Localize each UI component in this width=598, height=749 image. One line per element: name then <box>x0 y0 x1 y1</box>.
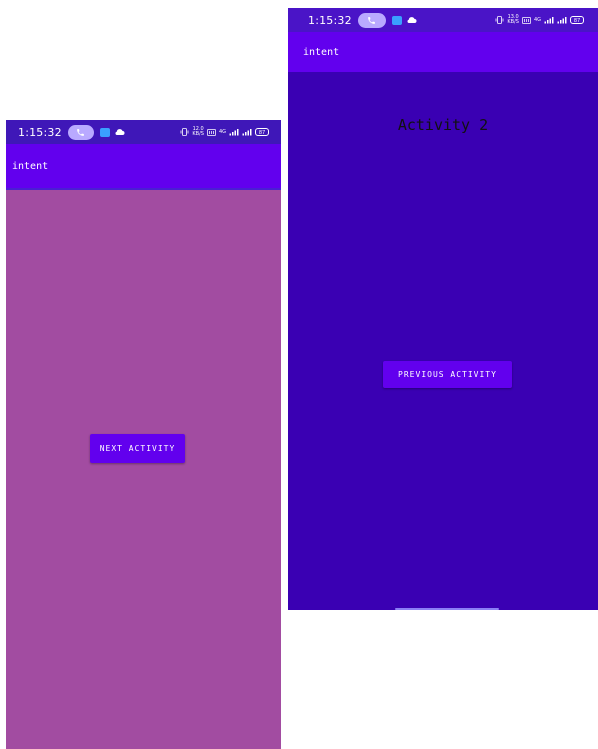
volte-icon <box>522 16 531 24</box>
cloud-icon <box>115 129 125 135</box>
signal-icon <box>544 17 554 24</box>
app-notification-icon <box>391 15 402 25</box>
main-activity-screen: 1:15:32 12.0 KB/S 4G 87 intent NEXT ACTI… <box>6 120 281 749</box>
network-speed: 12.0 KB/S <box>192 126 204 137</box>
signal-icon-2 <box>242 129 252 136</box>
app-notification-icon <box>99 127 110 137</box>
status-time: 1:15:32 <box>18 125 62 139</box>
next-activity-button[interactable]: NEXT ACTIVITY <box>90 434 185 463</box>
previous-activity-button[interactable]: PREVIOUS ACTIVITY <box>383 361 512 388</box>
phone-call-icon[interactable] <box>357 12 386 28</box>
system-icons: 13.0 KB/S 4G 87 <box>495 15 584 25</box>
system-icons: 12.0 KB/S 4G 87 <box>180 127 269 137</box>
activity-heading: Activity 2 <box>397 116 489 134</box>
app-title: intent <box>12 160 49 172</box>
network-type-label: 4G <box>218 128 226 135</box>
phone-call-icon[interactable] <box>67 124 94 140</box>
status-time: 1:15:32 <box>308 13 352 27</box>
battery-icon: 87 <box>570 16 584 24</box>
cloud-icon <box>407 17 417 23</box>
screenshot-canvas: 1:15:32 12.0 KB/S 4G 87 intent NEXT ACTI… <box>0 0 598 749</box>
second-activity-screen: 1:15:32 13.0 KB/S 4G 87 intent Activity … <box>288 8 598 610</box>
app-bar: intent <box>288 32 598 72</box>
status-bar: 1:15:32 13.0 KB/S 4G 87 <box>288 8 598 32</box>
volte-icon <box>207 128 216 136</box>
battery-icon: 87 <box>255 128 269 136</box>
network-speed: 13.0 KB/S <box>507 14 519 25</box>
notification-icons <box>99 127 125 137</box>
status-bar: 1:15:32 12.0 KB/S 4G 87 <box>6 120 281 144</box>
signal-icon-2 <box>557 17 567 24</box>
vibrate-icon <box>180 128 189 136</box>
network-type-label: 4G <box>533 16 541 23</box>
notification-icons <box>391 15 417 25</box>
app-title: intent <box>303 46 340 58</box>
gesture-nav-bar[interactable] <box>395 608 499 610</box>
app-bar: intent <box>6 144 281 190</box>
signal-icon <box>229 129 239 136</box>
vibrate-icon <box>495 16 504 24</box>
